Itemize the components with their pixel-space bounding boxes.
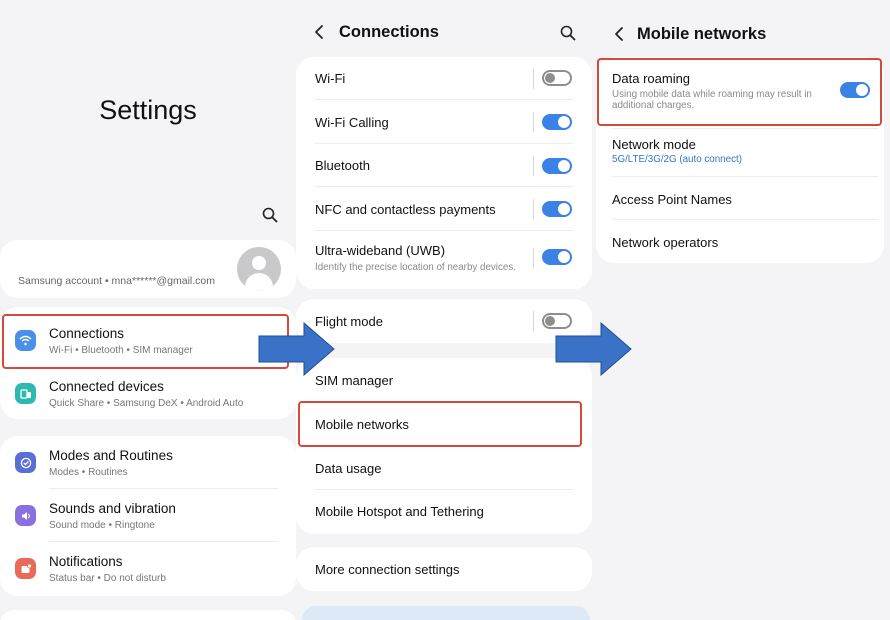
row-hotspot[interactable]: Mobile Hotspot and Tethering <box>296 490 592 534</box>
connections-panel: Connections Wi-Fi Wi-Fi Calling Bluetoot… <box>296 0 596 620</box>
settings-item-title: Modes and Routines <box>49 448 173 463</box>
row-title: Wi-Fi Calling <box>315 115 389 130</box>
settings-item-subtitle: Status bar • Do not disturb <box>49 573 166 584</box>
connections-toggles-card: Wi-Fi Wi-Fi Calling Bluetooth NFC and co… <box>296 57 592 289</box>
settings-item-sounds[interactable]: Sounds and vibration Sound mode • Ringto… <box>0 489 296 542</box>
samsung-account-text: Samsung account • mna******@gmail.com <box>18 275 216 287</box>
settings-item-subtitle: Modes • Routines <box>49 467 128 478</box>
speaker-icon <box>15 505 36 526</box>
page-title: Mobile networks <box>637 25 767 43</box>
row-subtitle: 5G/LTE/3G/2G (auto connect) <box>612 154 742 165</box>
row-nfc[interactable]: NFC and contactless payments <box>296 187 592 231</box>
row-title: Ultra-wideband (UWB) <box>315 243 446 258</box>
connections-header: Connections <box>296 22 596 44</box>
settings-panel: Settings Samsung account • mna******@gma… <box>0 0 296 620</box>
nfc-toggle[interactable] <box>542 201 572 217</box>
row-title: Data usage <box>315 461 382 476</box>
mobile-networks-header: Mobile networks <box>596 24 890 46</box>
settings-item-subtitle: Sound mode • Ringtone <box>49 520 155 531</box>
settings-title: Settings <box>99 95 197 125</box>
settings-item-title: Sounds and vibration <box>49 501 176 516</box>
next-card-edge <box>0 610 296 620</box>
next-card-edge <box>302 606 590 620</box>
more-settings-card: More connection settings <box>296 547 592 591</box>
devices-icon <box>15 383 36 404</box>
row-title: More connection settings <box>315 562 460 577</box>
row-title: Access Point Names <box>612 192 732 207</box>
samsung-account-card[interactable]: Samsung account • mna******@gmail.com <box>0 240 296 298</box>
page-title: Connections <box>339 23 439 41</box>
row-title: Network operators <box>612 235 719 250</box>
row-wifi[interactable]: Wi-Fi <box>296 57 592 100</box>
row-uwb[interactable]: Ultra-wideband (UWB) Identify the precis… <box>296 231 592 289</box>
row-access-point-names[interactable]: Access Point Names <box>596 177 884 220</box>
row-data-usage[interactable]: Data usage <box>296 446 592 490</box>
search-icon[interactable] <box>560 25 576 46</box>
highlight-data-roaming <box>597 58 882 126</box>
settings-item-title: Notifications <box>49 554 123 569</box>
row-network-operators[interactable]: Network operators <box>596 220 884 263</box>
wifi-calling-toggle[interactable] <box>542 114 572 130</box>
row-wifi-calling[interactable]: Wi-Fi Calling <box>296 100 592 144</box>
row-title: Mobile Hotspot and Tethering <box>315 504 484 519</box>
row-bluetooth[interactable]: Bluetooth <box>296 144 592 187</box>
uwb-toggle[interactable] <box>542 249 572 265</box>
highlight-connections <box>2 314 289 369</box>
bell-icon <box>15 558 36 579</box>
settings-item-subtitle: Quick Share • Samsung DeX • Android Auto <box>49 398 244 409</box>
settings-item-connected-devices[interactable]: Connected devices Quick Share • Samsung … <box>0 367 296 419</box>
settings-item-modes[interactable]: Modes and Routines Modes • Routines <box>0 436 296 489</box>
row-title: NFC and contactless payments <box>315 202 496 217</box>
flight-mode-card: Flight mode <box>296 299 592 343</box>
row-more-connection-settings[interactable]: More connection settings <box>296 547 592 591</box>
row-title: Bluetooth <box>315 158 370 173</box>
bluetooth-toggle[interactable] <box>542 158 572 174</box>
row-sim-manager[interactable]: SIM manager <box>296 358 592 402</box>
modes-group-card: Modes and Routines Modes • Routines Soun… <box>0 436 296 596</box>
arrow-right-icon <box>258 322 335 376</box>
search-icon[interactable] <box>262 207 278 228</box>
mobile-networks-panel: Mobile networks Data roaming Using mobil… <box>596 0 890 620</box>
row-subtitle: Identify the precise location of nearby … <box>315 262 516 273</box>
avatar-icon <box>237 247 281 291</box>
row-title: Wi-Fi <box>315 71 346 86</box>
settings-item-title: Connected devices <box>49 379 164 394</box>
highlight-mobile-networks <box>298 401 582 447</box>
check-circle-icon <box>15 452 36 473</box>
back-arrow-icon[interactable] <box>314 24 324 45</box>
arrow-right-icon <box>555 322 632 376</box>
row-title: Network mode <box>612 137 696 152</box>
row-network-mode[interactable]: Network mode 5G/LTE/3G/2G (auto connect) <box>596 129 884 177</box>
settings-item-notifications[interactable]: Notifications Status bar • Do not distur… <box>0 542 296 595</box>
back-arrow-icon[interactable] <box>614 26 624 47</box>
row-flight-mode[interactable]: Flight mode <box>296 299 592 343</box>
wifi-toggle[interactable] <box>542 70 572 86</box>
